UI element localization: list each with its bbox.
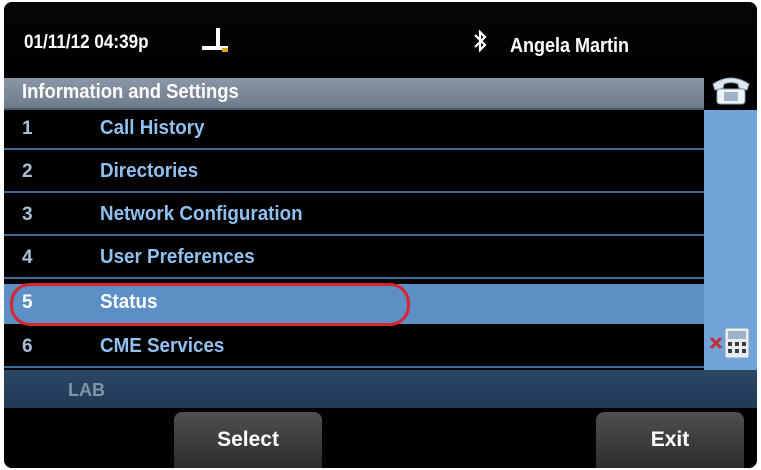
phone-screen: 01/11/12 04:39p Angela Martin Informatio… [4, 2, 757, 468]
status-bar: 01/11/12 04:39p Angela Martin [4, 2, 757, 80]
item-number: 2 [22, 161, 33, 182]
item-label: User Preferences [100, 246, 255, 268]
menu-item-directories[interactable]: 2 Directories [4, 153, 704, 193]
item-label: Directories [100, 160, 199, 182]
phone-unavailable-icon[interactable] [707, 322, 755, 362]
line-status-icon [202, 28, 228, 52]
lab-bar: LAB [4, 370, 757, 408]
bluetooth-icon [474, 29, 487, 53]
date-time: 01/11/12 04:39p [24, 32, 149, 53]
item-number: 5 [22, 292, 33, 313]
lab-label: LAB [68, 380, 105, 400]
exit-softkey[interactable]: Exit [596, 412, 744, 468]
item-number: 3 [22, 204, 33, 225]
menu-item-network-configuration[interactable]: 3 Network Configuration [4, 196, 704, 236]
menu-item-user-preferences[interactable]: 4 User Preferences [4, 239, 704, 279]
menu-header: Information and Settings [4, 78, 704, 110]
menu-item-call-history[interactable]: 1 Call History [4, 110, 704, 150]
item-number: 6 [22, 336, 33, 357]
item-number: 4 [22, 247, 33, 268]
phone-icon[interactable] [707, 70, 755, 108]
select-softkey[interactable]: Select [174, 412, 322, 468]
menu-list: 1 Call History 2 Directories 3 Network C… [4, 110, 704, 370]
item-number: 1 [22, 118, 33, 139]
softkey-bar: Select Exit [4, 408, 757, 468]
menu-item-cme-services[interactable]: 6 CME Services [4, 328, 704, 368]
menu-title: Information and Settings [22, 81, 239, 103]
menu-item-status[interactable]: 5 Status [4, 284, 704, 324]
item-label: Network Configuration [100, 203, 303, 225]
user-name: Angela Martin [510, 35, 630, 57]
item-label: CME Services [100, 335, 225, 357]
item-label: Call History [100, 117, 205, 139]
item-label: Status [100, 291, 158, 313]
